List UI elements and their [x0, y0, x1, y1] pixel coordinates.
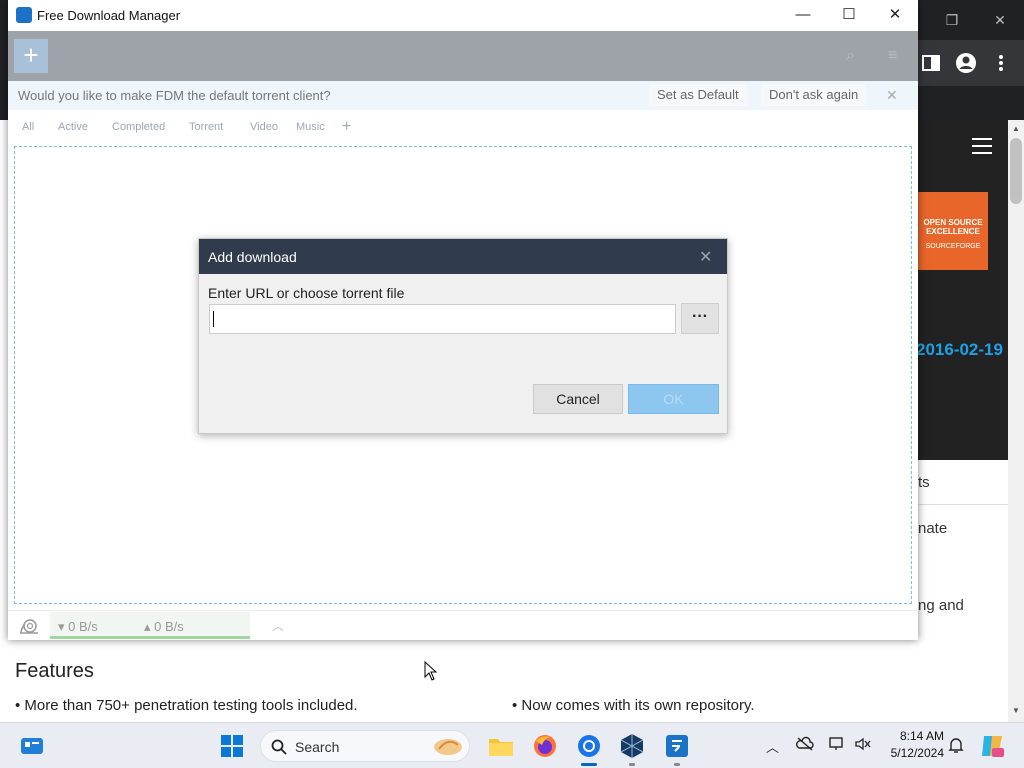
tab-all[interactable]: All [22, 121, 34, 133]
text-caret [213, 311, 214, 327]
sidebar-icon[interactable] [920, 52, 942, 74]
chrome-active-indicator [581, 763, 597, 766]
badge-subtitle: SOURCEFORGE [925, 243, 981, 250]
set-default-button[interactable]: Set as Default [649, 84, 747, 106]
upload-speed: ▴ 0 B/s [144, 619, 184, 634]
chevron-up-icon[interactable]: ︿ [272, 617, 284, 634]
tab-music[interactable]: Music [296, 121, 325, 133]
firefox-icon[interactable] [530, 731, 560, 761]
search-icon [271, 739, 287, 755]
menu-kebab-icon[interactable] [990, 52, 1012, 74]
network-icon[interactable] [828, 736, 846, 752]
fdm-titlebar[interactable]: Free Download Manager — ☐ ✕ [8, 0, 918, 31]
tab-completed[interactable]: Completed [112, 121, 165, 133]
features-heading: Features [15, 660, 94, 682]
dialog-title: Add download [208, 249, 297, 265]
chrome-icon[interactable] [574, 731, 604, 761]
release-date: 2016-02-19 [916, 340, 1003, 359]
browser-window-controls: ❐ ✕ [918, 0, 1024, 40]
status-bar: ▾ 0 B/s ▴ 0 B/s ︿ [8, 610, 918, 640]
browse-file-button[interactable]: ··· [681, 303, 719, 334]
volume-muted-icon[interactable] [854, 736, 872, 752]
badge-title: OPEN SOURCE EXCELLENCE [923, 218, 983, 236]
browser-close-button[interactable]: ✕ [988, 8, 1012, 32]
dialog-close-icon[interactable]: ✕ [699, 247, 712, 267]
page-text-fragment: ts [918, 474, 930, 491]
tab-video[interactable]: Video [250, 121, 278, 133]
clock-date: 5/12/2024 [890, 746, 944, 760]
snail-mode-icon[interactable] [18, 617, 40, 635]
browser-restore-button[interactable]: ❐ [940, 8, 964, 32]
hamburger-menu-icon[interactable] [972, 138, 992, 154]
scroll-up-icon[interactable]: ▲ [1010, 124, 1022, 133]
maximize-button[interactable]: ☐ [826, 0, 872, 31]
add-download-button[interactable]: + [14, 39, 48, 73]
download-speed: ▾ 0 B/s [58, 619, 98, 634]
widgets-icon[interactable] [17, 731, 47, 761]
search-highlight-icon [434, 739, 462, 755]
page-scrollbar[interactable] [1008, 120, 1024, 722]
system-clock[interactable]: 8:14 AM 5/12/2024 [880, 728, 944, 762]
tab-active[interactable]: Active [58, 121, 88, 133]
show-hidden-icons-chevron-icon[interactable]: ︿ [766, 737, 779, 756]
virtualbox-running-indicator [629, 763, 635, 766]
feature-item: • More than 750+ penetration testing too… [15, 697, 358, 714]
virtualbox-icon[interactable] [617, 731, 647, 761]
page-text-fragment: ng and [918, 597, 964, 614]
notification-bell-icon[interactable] [948, 736, 964, 754]
dont-ask-button[interactable]: Don't ask again [761, 84, 867, 106]
banner-question: Would you like to make FDM the default t… [18, 88, 331, 103]
file-explorer-icon[interactable] [486, 731, 516, 761]
minimize-button[interactable]: — [780, 0, 826, 31]
browser-toolbar [918, 40, 1024, 86]
close-button[interactable]: ✕ [872, 0, 918, 31]
cancel-button[interactable]: Cancel [533, 384, 623, 414]
tab-torrent[interactable]: Torrent [189, 121, 223, 133]
scroll-down-icon[interactable]: ▼ [1010, 706, 1022, 715]
fdm-logo-icon [16, 7, 32, 23]
ok-button[interactable]: OK [628, 384, 719, 414]
start-windows-icon[interactable] [217, 731, 247, 761]
fdm-running-indicator [674, 763, 680, 766]
search-label: Search [295, 739, 340, 755]
menu-icon[interactable]: ≡ [888, 47, 897, 65]
url-label: Enter URL or choose torrent file [208, 285, 405, 301]
taskbar: Search ︿ 8:14 AM 5/12/2024 [0, 722, 1024, 768]
default-client-banner: Would you like to make FDM the default t… [8, 81, 918, 110]
clock-time: 8:14 AM [899, 729, 944, 743]
dialog-header[interactable]: Add download ✕ [199, 239, 727, 274]
search-icon[interactable]: ⌕ [846, 47, 855, 65]
fdm-toolbar: + ⌕ ≡ [8, 31, 918, 81]
window-title: Free Download Manager [37, 8, 181, 23]
page-text-fragment: nate [918, 520, 948, 537]
mouse-cursor-icon [424, 661, 438, 681]
onedrive-offline-icon[interactable] [796, 736, 814, 752]
web-hero [918, 120, 1008, 460]
add-download-dialog: Add download ✕ Enter URL or choose torre… [198, 238, 728, 434]
taskbar-search[interactable]: Search [260, 730, 470, 762]
speed-indicator[interactable]: ▾ 0 B/s ▴ 0 B/s ︿ [50, 612, 284, 639]
filter-tabs: All Active Completed Torrent Video Music… [8, 110, 918, 144]
profile-icon[interactable] [955, 52, 977, 74]
fdm-taskbar-icon[interactable] [662, 731, 692, 761]
feature-item: • Now comes with its own repository. [512, 697, 755, 714]
url-input[interactable] [209, 304, 676, 334]
banner-close-icon[interactable]: ✕ [886, 87, 898, 104]
scroll-thumb[interactable] [1010, 138, 1022, 204]
add-tab-icon[interactable]: + [342, 118, 351, 136]
copilot-icon[interactable] [978, 732, 1006, 760]
divider [918, 504, 1008, 505]
